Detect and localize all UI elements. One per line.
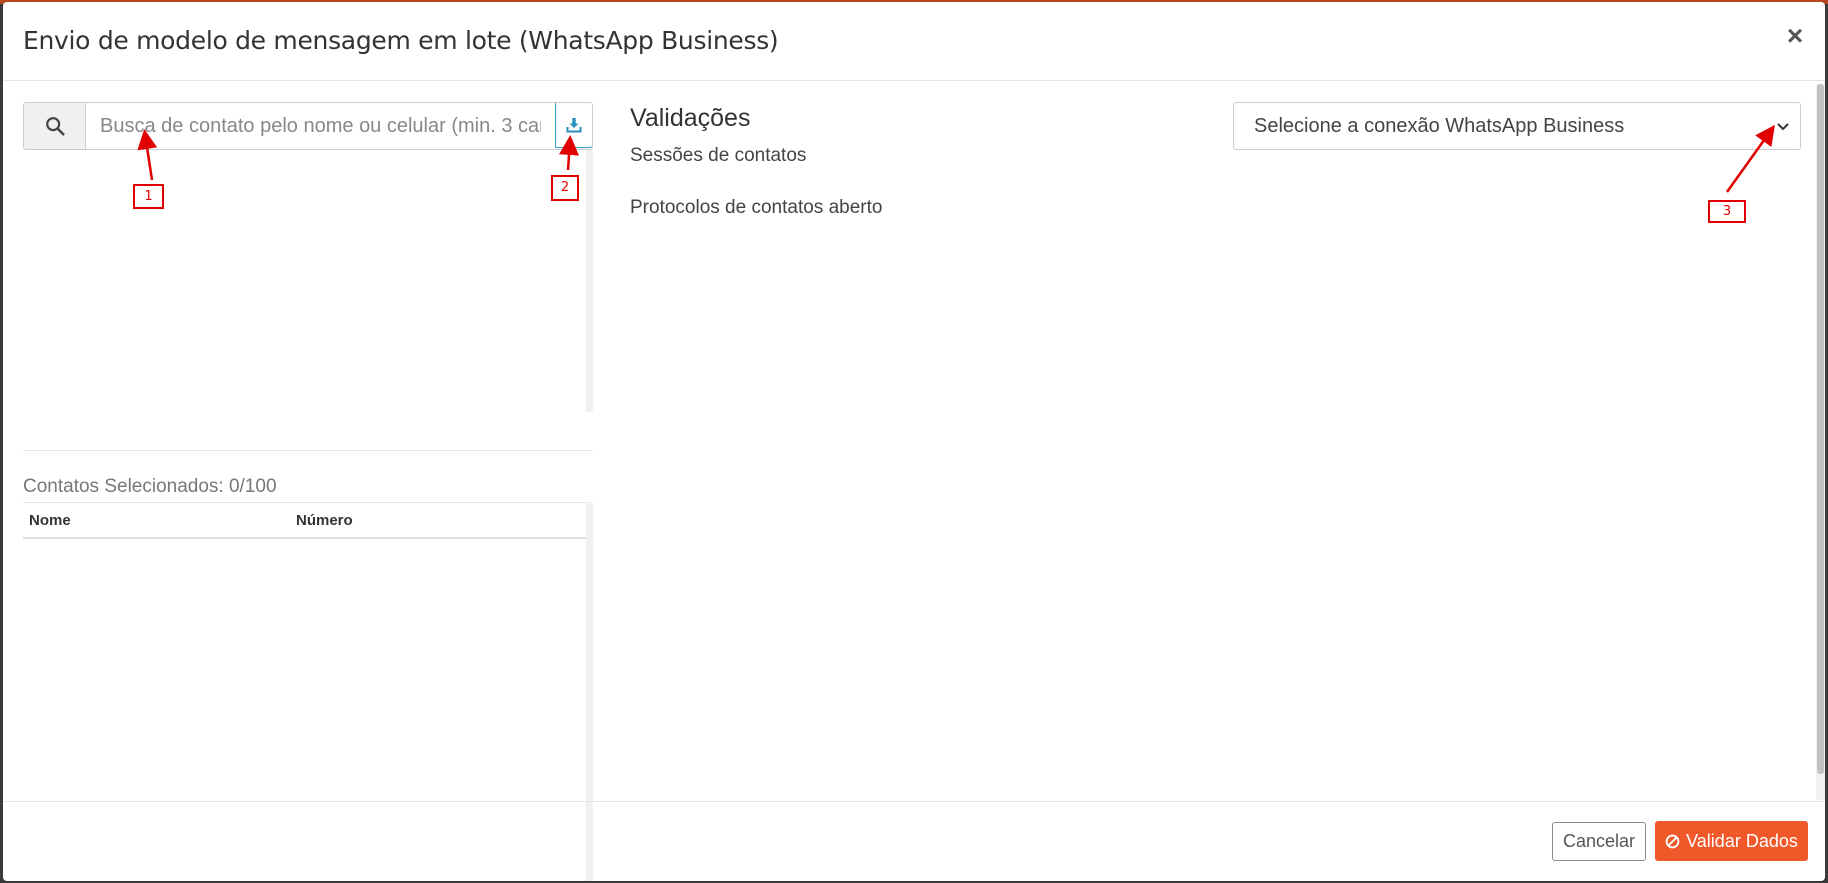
modal-footer: Cancelar Validar Dados xyxy=(3,801,1825,881)
whatsapp-connection-select[interactable]: Selecione a conexão WhatsApp Business xyxy=(1233,102,1801,150)
column-header-number[interactable]: Número xyxy=(296,512,586,529)
search-results-scrollbar[interactable] xyxy=(586,150,593,412)
close-button[interactable]: × xyxy=(1781,22,1809,50)
batch-message-modal: Envio de modelo de mensagem em lote (Wha… xyxy=(3,2,1825,881)
block-icon xyxy=(1665,834,1680,848)
selected-contacts-count: Contatos Selecionados: 0/100 xyxy=(23,476,277,497)
cancel-button[interactable]: Cancelar xyxy=(1552,822,1646,861)
modal-header: Envio de modelo de mensagem em lote (Wha… xyxy=(3,2,1825,81)
modal-title: Envio de modelo de mensagem em lote (Wha… xyxy=(23,26,779,55)
contact-search-group xyxy=(23,102,593,150)
annotation-3: 3 xyxy=(1708,200,1746,223)
search-icon xyxy=(24,103,86,149)
validation-item-sessions: Sessões de contatos xyxy=(630,145,807,166)
divider xyxy=(23,450,593,451)
validate-data-button[interactable]: Validar Dados xyxy=(1655,821,1808,861)
validate-data-label: Validar Dados xyxy=(1686,830,1798,851)
table-header: Nome Número xyxy=(23,503,586,539)
modal-body: Contatos Selecionados: 0/100 Nome Número… xyxy=(3,82,1825,881)
selected-contacts-table: Nome Número xyxy=(23,502,586,539)
contact-search-input[interactable] xyxy=(86,103,555,149)
column-header-name[interactable]: Nome xyxy=(23,512,296,529)
select-value: Selecione a conexão WhatsApp Business xyxy=(1254,114,1625,137)
import-contacts-button[interactable] xyxy=(555,103,592,148)
validation-item-protocols: Protocolos de contatos aberto xyxy=(630,197,883,218)
chevron-down-icon xyxy=(1777,123,1789,131)
validations-title: Validações xyxy=(630,104,751,132)
annotation-1: 1 xyxy=(133,184,164,209)
annotation-2: 2 xyxy=(551,175,579,201)
download-icon xyxy=(566,118,582,133)
